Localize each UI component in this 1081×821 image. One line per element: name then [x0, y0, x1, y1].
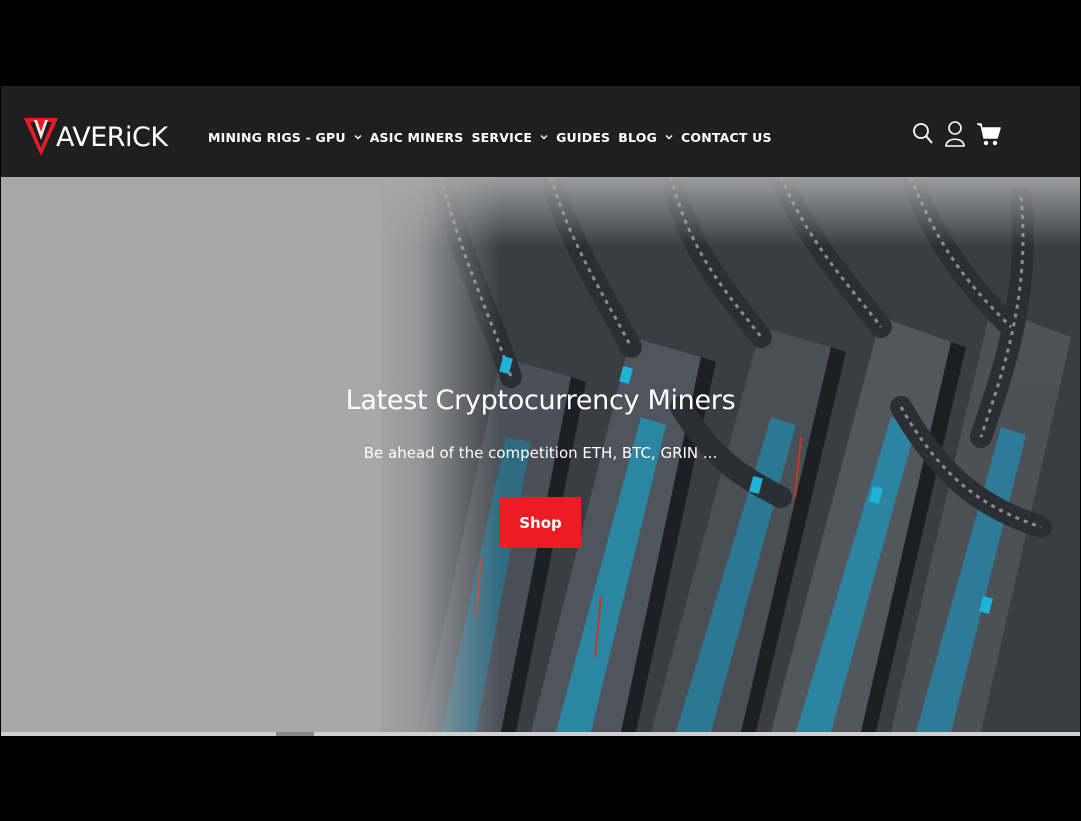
- scrollbar-thumb[interactable]: [276, 732, 314, 736]
- browser-viewport: AVERiCK MINING RIGS - GPU ASIC MINERS SE…: [1, 86, 1080, 736]
- nav-item-guides[interactable]: GUIDES: [556, 130, 610, 145]
- hero-banner: Latest Cryptocurrency Miners Be ahead of…: [1, 177, 1080, 732]
- site-header: AVERiCK MINING RIGS - GPU ASIC MINERS SE…: [1, 86, 1080, 177]
- header-icons: [912, 120, 1012, 148]
- chevron-down-icon: [354, 135, 362, 140]
- nav-item-service[interactable]: SERVICE: [471, 130, 548, 145]
- cart-icon[interactable]: [976, 121, 1002, 147]
- nav-item-label: ASIC MINERS: [369, 129, 464, 145]
- search-icon[interactable]: [912, 122, 934, 146]
- main-navigation: MINING RIGS - GPU ASIC MINERS SERVICE GU…: [208, 127, 780, 147]
- nav-item-label: BLOG: [618, 129, 657, 145]
- nav-item-label: SERVICE: [471, 129, 533, 145]
- horizontal-scrollbar[interactable]: [1, 732, 1080, 736]
- shop-button[interactable]: Shop: [500, 497, 581, 548]
- maverick-logo-mark: [24, 118, 58, 156]
- account-icon[interactable]: [944, 120, 966, 148]
- nav-item-label: GUIDES: [556, 129, 611, 145]
- nav-item-mining-rigs-gpu[interactable]: MINING RIGS - GPU: [208, 130, 362, 145]
- nav-item-label: CONTACT US: [681, 129, 772, 145]
- nav-item-asic-miners[interactable]: ASIC MINERS: [370, 130, 464, 145]
- nav-item-contact-us[interactable]: CONTACT US: [681, 130, 772, 145]
- chevron-down-icon: [540, 135, 548, 140]
- hero-subtitle: Be ahead of the competition ETH, BTC, GR…: [363, 444, 718, 462]
- logo-wordmark: AVERiCK: [56, 121, 168, 153]
- nav-item-label: MINING RIGS - GPU: [208, 129, 346, 145]
- chevron-down-icon: [665, 135, 673, 140]
- site-logo[interactable]: AVERiCK: [22, 116, 182, 158]
- hero-title: Latest Cryptocurrency Miners: [345, 385, 736, 416]
- nav-item-blog[interactable]: BLOG: [618, 130, 673, 145]
